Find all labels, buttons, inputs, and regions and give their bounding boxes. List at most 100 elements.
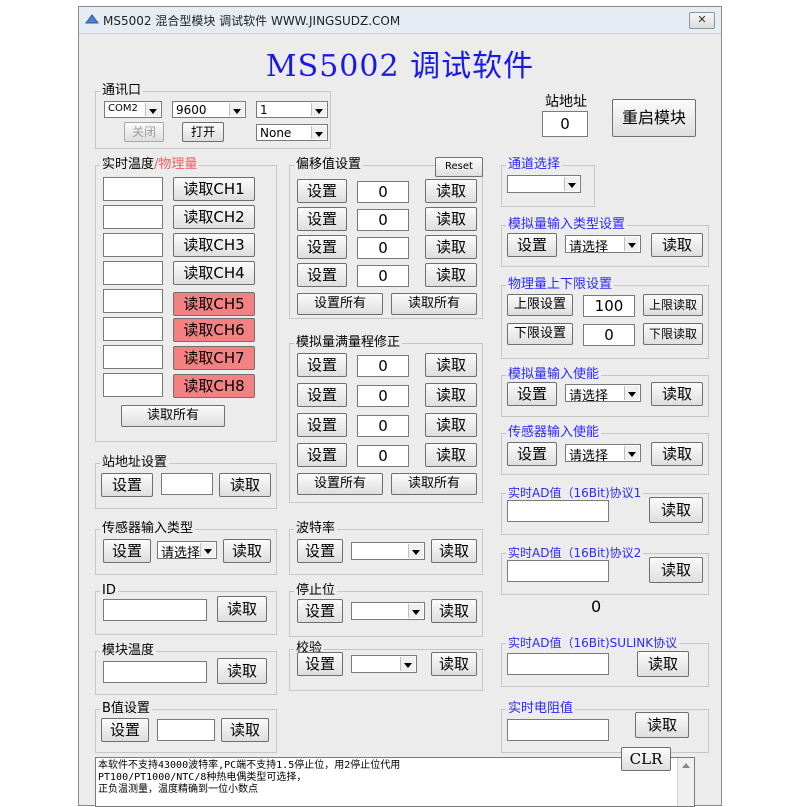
offset-set-button-1[interactable]: 设置 [297, 179, 347, 203]
offset-set-button-3[interactable]: 设置 [297, 235, 347, 259]
ch2-value [103, 205, 163, 229]
upper-limit-read-button[interactable]: 上限读取 [643, 294, 703, 316]
analog-enable-select[interactable]: 请选择 [565, 384, 641, 402]
ad-protocol1-label: 实时AD值（16Bit)协议1 [506, 485, 644, 501]
log-scrollbar[interactable] [677, 758, 694, 806]
fullscale-read-button-1[interactable]: 读取 [425, 353, 477, 377]
offset-read-button-4[interactable]: 读取 [425, 263, 477, 287]
sensor-type-set-button[interactable]: 设置 [103, 539, 151, 563]
lower-limit-set-button[interactable]: 下限设置 [507, 323, 573, 345]
port-select[interactable]: COM2 [104, 101, 162, 118]
fullscale-value-1[interactable]: 0 [357, 355, 409, 377]
sensor-type-select[interactable]: 请选择 [157, 541, 217, 559]
resistance-read-button[interactable]: 读取 [635, 712, 689, 738]
offset-reset-button[interactable]: Reset [435, 157, 483, 177]
read-all-channels-button[interactable]: 读取所有 [121, 405, 225, 427]
analog-type-set-button[interactable]: 设置 [507, 233, 557, 257]
resistance-field [507, 719, 609, 741]
upper-limit-set-button[interactable]: 上限设置 [507, 294, 573, 316]
parity-read-button[interactable]: 读取 [431, 652, 477, 676]
fullscale-value-3[interactable]: 0 [357, 415, 409, 437]
read-ch4-button[interactable]: 读取CH4 [173, 261, 255, 285]
offset-value-1[interactable]: 0 [357, 181, 409, 203]
clear-log-button[interactable]: CLR [621, 747, 671, 771]
bvalue-field[interactable] [157, 719, 215, 741]
read-ch2-button[interactable]: 读取CH2 [173, 205, 255, 229]
ad-protocol2-read-button[interactable]: 读取 [649, 557, 703, 583]
offset-read-button-3[interactable]: 读取 [425, 235, 477, 259]
fullscale-read-button-3[interactable]: 读取 [425, 413, 477, 437]
ad-protocol2-label: 实时AD值（16Bit)协议2 [506, 545, 644, 561]
fullscale-read-all-button[interactable]: 读取所有 [391, 473, 477, 495]
baud-read-button[interactable]: 读取 [431, 539, 477, 563]
ad-sulink-label: 实时AD值（16Bit)SULINK协议 [506, 635, 680, 651]
stopbit-set-button[interactable]: 设置 [297, 599, 343, 623]
offset-value-3[interactable]: 0 [357, 237, 409, 259]
offset-set-button-4[interactable]: 设置 [297, 263, 347, 287]
fullscale-value-2[interactable]: 0 [357, 385, 409, 407]
fullscale-set-button-4[interactable]: 设置 [297, 443, 347, 467]
parity-select[interactable]: None [256, 124, 328, 141]
read-ch6-button[interactable]: 读取CH6 [173, 318, 255, 342]
sensor-enable-read-button[interactable]: 读取 [651, 442, 703, 466]
close-port-button[interactable]: 关闭 [124, 122, 164, 142]
channel-select-label: 通道选择 [506, 157, 563, 173]
open-port-button[interactable]: 打开 [182, 122, 224, 142]
sensor-type-read-button[interactable]: 读取 [223, 539, 271, 563]
baud-rate-select[interactable] [351, 542, 425, 560]
lower-limit-field[interactable]: 0 [583, 324, 635, 346]
analog-type-select[interactable]: 请选择 [565, 235, 641, 253]
offset-read-button-1[interactable]: 读取 [425, 179, 477, 203]
parity-mode-select[interactable] [351, 655, 417, 673]
stopbit-select[interactable] [351, 602, 425, 620]
fullscale-value-4[interactable]: 0 [357, 445, 409, 467]
restart-module-button[interactable]: 重启模块 [612, 99, 696, 137]
channel-select[interactable] [507, 175, 581, 193]
bvalue-set-button[interactable]: 设置 [101, 718, 149, 742]
fullscale-set-button-1[interactable]: 设置 [297, 353, 347, 377]
read-ch1-button[interactable]: 读取CH1 [173, 177, 255, 201]
upper-limit-field[interactable]: 100 [583, 295, 635, 317]
analog-enable-read-button[interactable]: 读取 [651, 382, 703, 406]
bvalue-read-button[interactable]: 读取 [221, 718, 269, 742]
module-temp-read-button[interactable]: 读取 [217, 658, 267, 684]
offset-read-button-2[interactable]: 读取 [425, 207, 477, 231]
fullscale-read-button-4[interactable]: 读取 [425, 443, 477, 467]
id-label: ID [100, 583, 118, 599]
fullscale-set-button-3[interactable]: 设置 [297, 413, 347, 437]
analog-enable-set-button[interactable]: 设置 [507, 382, 557, 406]
offset-set-all-button[interactable]: 设置所有 [297, 293, 383, 315]
baud-select[interactable]: 9600 [172, 101, 246, 118]
baud-set-button[interactable]: 设置 [297, 539, 343, 563]
phys-limits-label: 物理量上下限设置 [506, 277, 615, 293]
parity-set-button[interactable]: 设置 [297, 652, 343, 676]
read-ch5-button[interactable]: 读取CH5 [173, 292, 255, 316]
analog-type-read-button[interactable]: 读取 [651, 233, 703, 257]
close-button[interactable]: ✕ [689, 12, 715, 29]
read-ch8-button[interactable]: 读取CH8 [173, 374, 255, 398]
fullscale-set-all-button[interactable]: 设置所有 [297, 473, 383, 495]
sensor-type-label: 传感器输入类型 [100, 521, 196, 537]
lower-limit-read-button[interactable]: 下限读取 [643, 323, 703, 345]
station-set-button[interactable]: 设置 [101, 473, 153, 497]
ad-protocol1-read-button[interactable]: 读取 [649, 497, 703, 523]
offset-set-button-2[interactable]: 设置 [297, 207, 347, 231]
read-ch3-button[interactable]: 读取CH3 [173, 233, 255, 257]
offset-value-4[interactable]: 0 [357, 265, 409, 287]
offset-read-all-button[interactable]: 读取所有 [391, 293, 477, 315]
fullscale-set-button-2[interactable]: 设置 [297, 383, 347, 407]
station-address-field[interactable]: 0 [542, 111, 588, 137]
id-field[interactable] [103, 599, 207, 621]
sensor-enable-select[interactable]: 请选择 [565, 444, 641, 462]
address-select[interactable]: 1 [256, 101, 328, 118]
id-read-button[interactable]: 读取 [217, 596, 267, 622]
fullscale-read-button-2[interactable]: 读取 [425, 383, 477, 407]
ad-sulink-read-button[interactable]: 读取 [637, 651, 689, 677]
offset-value-2[interactable]: 0 [357, 209, 409, 231]
sensor-enable-set-button[interactable]: 设置 [507, 442, 557, 466]
stopbit-read-button[interactable]: 读取 [431, 599, 477, 623]
analog-enable-label: 模拟量输入使能 [506, 367, 602, 383]
station-set-field[interactable] [161, 473, 213, 495]
station-read-button[interactable]: 读取 [219, 473, 271, 497]
read-ch7-button[interactable]: 读取CH7 [173, 346, 255, 370]
